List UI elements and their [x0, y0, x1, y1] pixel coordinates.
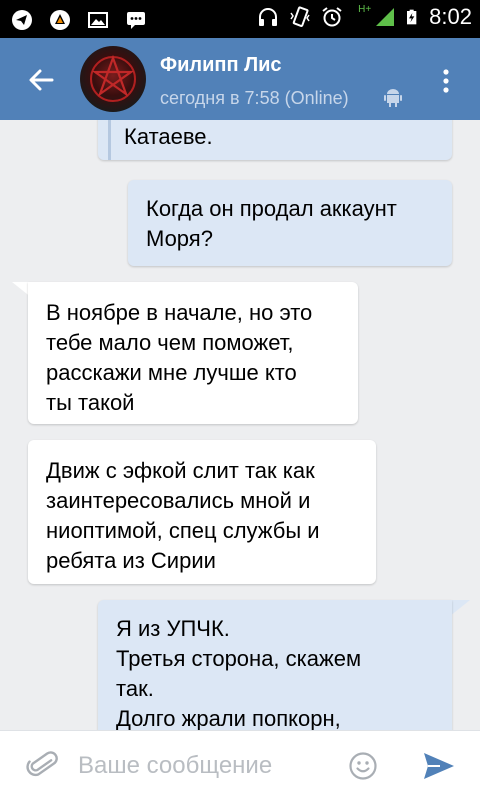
message-bubble-outgoing[interactable]: Я из УПЧК. Третья сторона, скажем так. Д…: [98, 600, 452, 730]
message-text-line: Долго жрали попкорн,: [116, 706, 341, 730]
avatar-emblem-icon: [90, 54, 136, 102]
message-text-line: Движ с эфкой слит так как: [46, 458, 315, 483]
message-text-line: Третья сторона, скажем: [116, 646, 362, 671]
clock: 8:02: [429, 4, 472, 29]
message-input[interactable]: [78, 743, 328, 789]
battery-charging-icon: [407, 9, 417, 25]
android-icon: [384, 89, 402, 107]
vibrate-icon: [290, 6, 310, 27]
message-bubble-outgoing[interactable]: Когда он продал аккаунт Моря?: [128, 180, 452, 266]
message-text-line: так.: [116, 676, 154, 701]
message-text-line: расскажи мне лучше кто: [46, 360, 297, 385]
signal-icon: [376, 8, 395, 26]
message-text-line: ребята из Сирии: [46, 548, 216, 573]
image-icon: [88, 12, 108, 28]
back-arrow-icon[interactable]: [22, 60, 62, 100]
message-text-line: тебе мало чем поможет,: [46, 330, 294, 355]
telegram-icon: [12, 10, 32, 30]
message-text-line: Когда он продал аккаунт: [146, 196, 397, 221]
vlc-icon: [50, 10, 70, 30]
alarm-icon: [322, 7, 342, 27]
message-text-line: Катаеве.: [124, 124, 213, 149]
emoji-icon[interactable]: [348, 751, 378, 781]
message-text-line: Я из УПЧК.: [116, 616, 230, 641]
message-text-line: В ноябре в начале, но это: [46, 300, 313, 325]
chat-header: Филипп Лис сегодня в 7:58 (Online): [0, 38, 480, 120]
messages-icon: [127, 12, 145, 29]
status-bar: H+ 8:02: [0, 0, 480, 38]
bubble-tail-outgoing: [450, 600, 470, 616]
message-bubble-incoming[interactable]: В ноябре в начале, но это тебе мало чем …: [28, 282, 358, 424]
send-icon[interactable]: [422, 751, 456, 781]
last-seen-status: сегодня в 7:58 (Online): [160, 88, 349, 108]
message-text-line: заинтересовались мной и: [46, 488, 311, 513]
contact-name[interactable]: Филипп Лис: [160, 54, 282, 77]
avatar[interactable]: [80, 46, 146, 112]
overflow-menu-icon[interactable]: [436, 66, 456, 96]
message-list[interactable]: Катаеве. Когда он продал аккаунт Моря? В…: [0, 120, 480, 730]
message-text-line: ниоптимой, спец службы и: [46, 518, 320, 543]
headphones-icon: [259, 8, 278, 26]
network-type-label: H+: [358, 3, 372, 15]
system-icons: H+ 8:02: [256, 4, 472, 30]
message-text-line: ты такой: [46, 390, 135, 415]
notification-icons: [10, 8, 148, 32]
message-bubble-outgoing[interactable]: Катаеве.: [98, 120, 452, 160]
message-bubble-incoming[interactable]: Движ с эфкой слит так как заинтересовали…: [28, 440, 376, 584]
quote-bar: [108, 120, 111, 160]
paperclip-icon[interactable]: [26, 749, 60, 783]
message-text-line: Моря?: [146, 226, 213, 251]
message-composer: [0, 730, 480, 800]
